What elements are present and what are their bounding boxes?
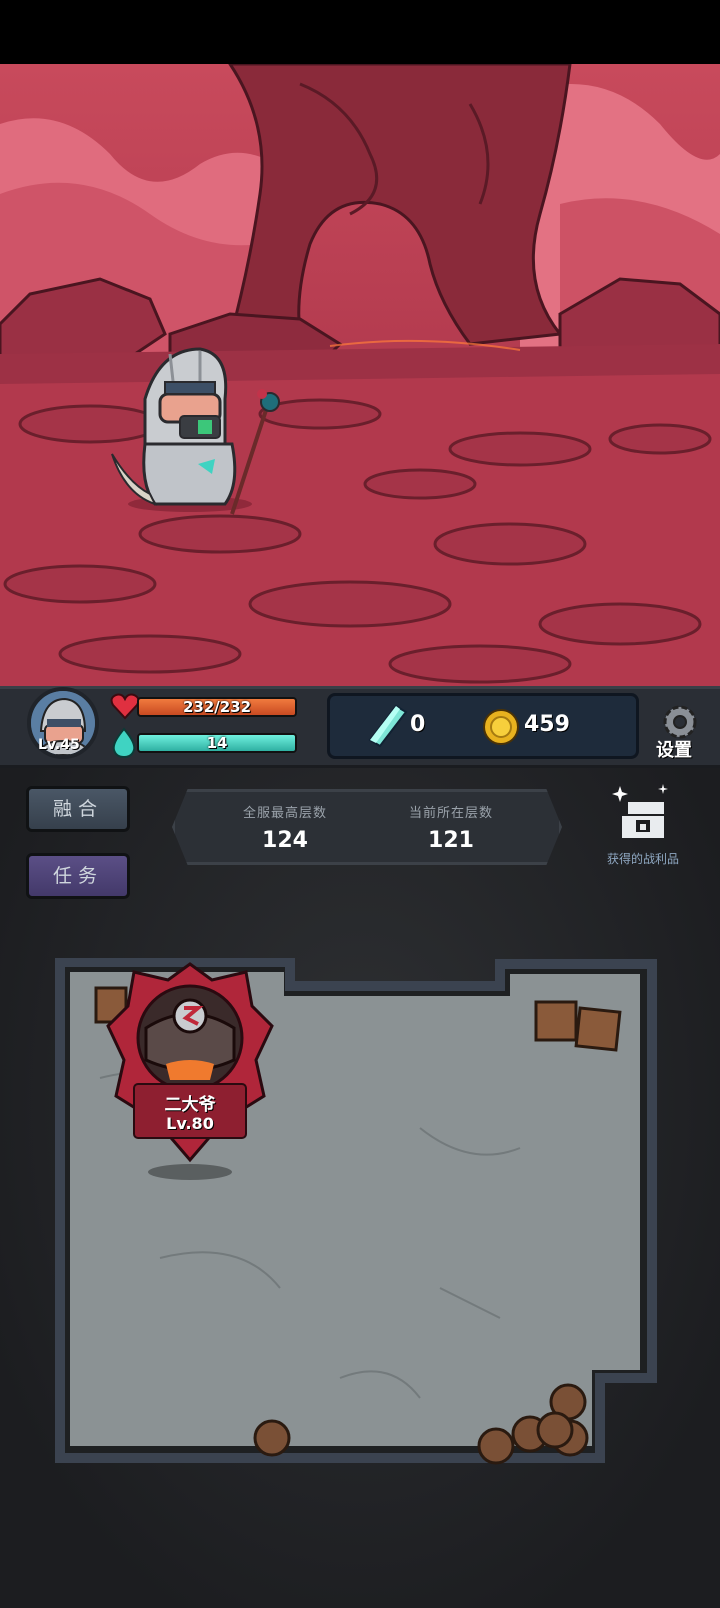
loot-label: 获得的战利品: [606, 852, 679, 866]
currency-panel: 0 459: [327, 693, 639, 759]
enemy-name: 二大爷: [164, 1095, 216, 1115]
gem-icon: [368, 704, 408, 748]
floor-info-panel: 全服最高层数 124 当前所在层数 121: [172, 789, 562, 865]
settings-button[interactable]: 设置: [650, 700, 710, 762]
gear-icon: [663, 705, 697, 739]
gold-count: 459: [524, 712, 570, 737]
hp-text: 232/232: [182, 698, 252, 716]
heart-icon: [110, 693, 140, 720]
status-bar: [0, 0, 720, 64]
best-floor-label: 全服最高层数: [242, 806, 327, 821]
enemy-boss-marker[interactable]: 二大爷 Lv.80: [106, 960, 274, 1180]
fusion-button[interactable]: 融合: [26, 786, 130, 832]
hp-bar: 232/232: [137, 697, 297, 717]
player-level: Lv.45: [38, 737, 80, 753]
current-floor-value: 121: [428, 828, 474, 853]
quest-button[interactable]: 任务: [26, 853, 130, 899]
treasure-chest-icon: [612, 784, 668, 838]
battle-background: [0, 64, 720, 688]
gold-coin-icon: [483, 709, 519, 745]
settings-label: 设置: [656, 740, 692, 761]
mana-drop-icon: [112, 727, 136, 759]
battle-scene: [0, 64, 720, 688]
best-floor-value: 124: [262, 828, 308, 853]
current-floor-label: 当前所在层数: [408, 806, 493, 821]
boss-emblem-icon: [106, 962, 274, 1180]
mp-bar: 14: [137, 733, 297, 753]
enemy-level: Lv.80: [166, 1114, 214, 1133]
gem-count: 0: [410, 712, 426, 737]
mp-text: 14: [206, 734, 228, 752]
loot-button[interactable]: 获得的战利品: [588, 784, 698, 876]
